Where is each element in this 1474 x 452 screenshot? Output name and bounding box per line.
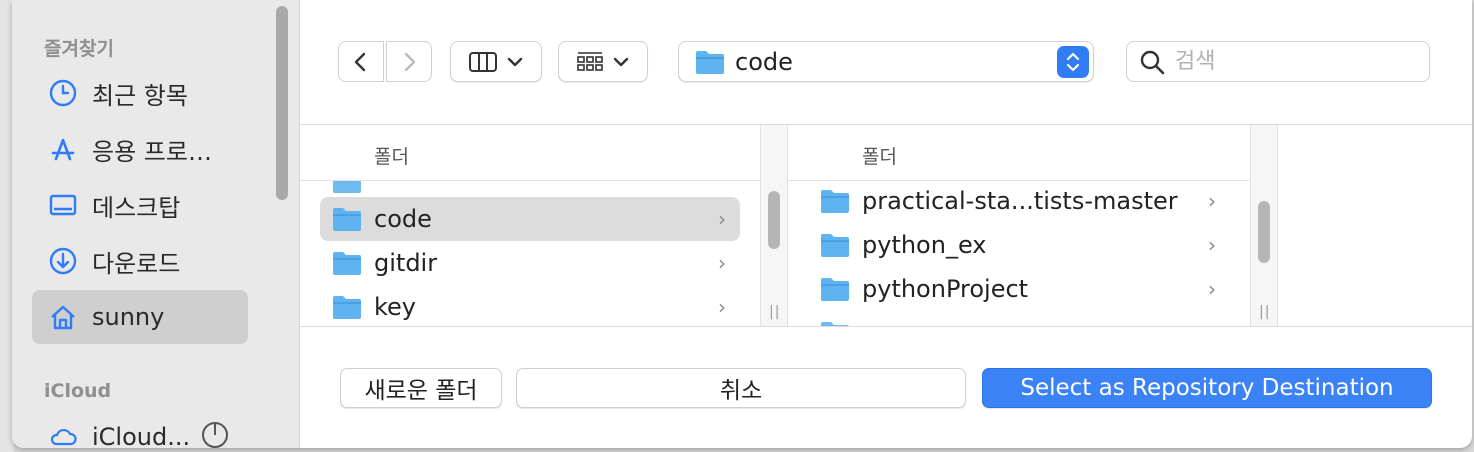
icloud-heading: iCloud [44,380,112,402]
folder-icon [821,322,849,326]
folder-icon [696,50,724,74]
list-item-label: practical-sta...tists-master [862,187,1178,215]
group-by-button[interactable] [558,41,648,82]
sidebar: 즐겨찾기 최근 항목 응용 프로… 데스크탑 다운로드 sunny iCloud… [12,0,300,448]
list-item-label: code [374,205,432,233]
sidebar-item-label: 응용 프로… [92,137,212,166]
search-icon [1140,50,1165,74]
search-field[interactable] [1126,41,1430,82]
column-resize-handle[interactable]: || [1259,304,1270,320]
sidebar-item-applications[interactable]: 응용 프로… [32,122,248,176]
home-icon [48,302,78,332]
sidebar-scrollbar[interactable] [276,6,288,200]
list-item-label: pythonProject [862,275,1029,303]
list-item-python-ex[interactable]: python_ex › [808,223,1230,267]
list-item-pythonproject[interactable]: pythonProject › [808,267,1230,311]
sidebar-item-label: 다운로드 [92,249,181,278]
sidebar-item-downloads[interactable]: 다운로드 [32,234,248,288]
chevron-right-icon: › [1208,277,1216,301]
folder-icon [333,252,361,275]
sidebar-item-label: 최근 항목 [92,81,188,110]
folder-icon [821,278,849,301]
new-folder-button[interactable]: 새로운 폴더 [340,368,502,408]
location-popup[interactable]: code [678,41,1094,82]
list-item-code[interactable]: code › [320,197,740,241]
view-mode-button[interactable] [450,41,542,82]
folder-icon [821,190,849,213]
folder-icon [333,296,361,319]
applications-icon [48,134,78,164]
chevron-right-icon: › [718,295,726,319]
clock-icon [48,78,78,108]
save-dialog: 즐겨찾기 최근 항목 응용 프로… 데스크탑 다운로드 sunny iCloud… [12,0,1472,448]
sidebar-item-label: iCloud... [92,423,191,448]
chevron-right-icon: › [1208,233,1216,257]
chevron-down-icon [507,57,523,66]
sidebar-item-label: sunny [92,303,165,331]
grid-view-icon [577,51,603,71]
browser-column-1: 폴더 code › gitdir › key › [300,125,760,326]
folder-icon [333,208,361,231]
sidebar-item-desktop[interactable]: 데스크탑 [32,178,248,232]
chevron-right-icon: › [718,207,726,231]
scroll-thumb[interactable] [1258,201,1270,263]
chevron-left-icon [354,52,366,71]
chevron-right-icon: › [1208,189,1216,213]
column-2-scrollbar[interactable]: || [1250,125,1278,326]
back-button[interactable] [338,41,384,82]
sync-progress-icon [202,422,228,448]
favorites-heading: 즐겨찾기 [44,38,114,60]
column-browser: 폴더 code › gitdir › key › || 폴더 practical… [300,124,1472,327]
sidebar-item-recents[interactable]: 최근 항목 [32,66,248,120]
sidebar-item-label: 데스크탑 [92,193,181,222]
folder-icon [821,234,849,257]
list-item-key[interactable]: key › [320,285,740,326]
list-item-partial[interactable] [808,311,1230,326]
list-item-practical[interactable]: practical-sta...tists-master › [808,179,1230,223]
chevron-right-icon [404,52,416,71]
column-header: 폴더 [788,125,1250,181]
list-item-label: gitdir [374,249,438,277]
search-input[interactable] [1175,49,1415,74]
browser-column-2: 폴더 practical-sta...tists-master › python… [788,125,1250,326]
chevron-right-icon: › [718,251,726,275]
forward-button[interactable] [386,41,432,82]
column-resize-handle[interactable]: || [769,304,780,320]
column-header: 폴더 [300,125,760,181]
columns-view-icon [469,51,497,72]
list-item-label: key [374,293,417,321]
desktop-icon [48,190,78,220]
column-1-scrollbar[interactable]: || [760,125,788,326]
updown-stepper-icon [1057,46,1089,78]
chevron-down-icon [613,57,629,66]
scroll-thumb[interactable] [768,191,780,249]
cancel-button[interactable]: 취소 [516,368,966,408]
list-item-label: python_ex [862,231,987,259]
location-label: code [735,47,793,76]
download-icon [48,246,78,276]
list-item-gitdir[interactable]: gitdir › [320,241,740,285]
sidebar-item-home[interactable]: sunny [32,290,248,344]
cloud-icon [48,422,78,448]
select-destination-button[interactable]: Select as Repository Destination [982,368,1432,408]
